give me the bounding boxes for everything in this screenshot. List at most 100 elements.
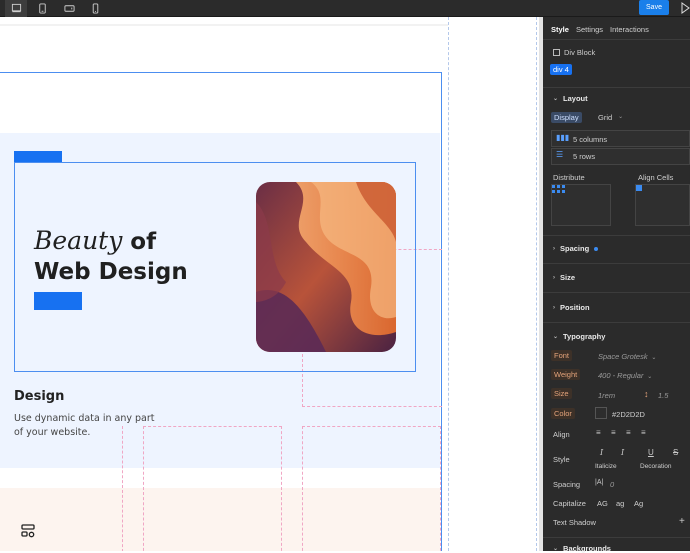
chevron-right-icon: › xyxy=(553,245,555,252)
divider xyxy=(543,235,690,236)
divider xyxy=(543,87,690,88)
size-heading: Size xyxy=(560,273,576,282)
align-right-icon[interactable]: ≡ xyxy=(626,428,631,437)
weight-select[interactable]: 400 - Regular ⌄ xyxy=(598,371,652,380)
underline-icon[interactable]: U xyxy=(648,448,654,457)
guide-line xyxy=(448,17,449,551)
design-heading[interactable]: Design xyxy=(14,389,64,404)
style-panel: Style Settings Interactions Div Block di… xyxy=(543,17,690,553)
layout-section-header[interactable]: ⌄ Layout xyxy=(553,94,588,103)
italic-roman-icon[interactable]: I xyxy=(600,448,603,457)
capitalize-uppercase-option[interactable]: AG xyxy=(597,499,608,508)
color-label: Color xyxy=(551,408,575,419)
element-type-label: Div Block xyxy=(564,48,596,57)
tablet-icon[interactable] xyxy=(31,0,53,17)
tablet-landscape-icon[interactable] xyxy=(58,0,80,17)
add-text-shadow-icon[interactable]: + xyxy=(679,516,685,527)
selector-chip[interactable]: div 4 xyxy=(550,64,572,75)
spacing-section-header[interactable]: › Spacing xyxy=(553,244,599,253)
spacing-heading: Spacing xyxy=(560,244,590,253)
letter-spacing-icon: |A| xyxy=(595,479,604,486)
grid-cell-guide xyxy=(143,426,282,551)
letter-spacing-input[interactable]: 0 xyxy=(610,480,614,489)
capitalize-lowercase-option[interactable]: ag xyxy=(616,499,624,508)
design-canvas[interactable]: Beauty of Web Design Design Use dynamic … xyxy=(0,17,543,551)
div-block-tag[interactable] xyxy=(14,151,62,162)
line-height-icon: ↕ xyxy=(644,389,649,399)
hero-button[interactable] xyxy=(34,292,82,310)
rows-value: 5 rows xyxy=(573,152,596,161)
grid-rows-field[interactable] xyxy=(551,148,690,165)
weight-label: Weight xyxy=(551,369,581,380)
columns-value: 5 columns xyxy=(573,135,608,144)
line-height-input[interactable]: 1.5 xyxy=(658,391,668,400)
tab-interactions[interactable]: Interactions xyxy=(610,25,649,34)
style-label: Style xyxy=(553,455,570,464)
canvas-top-strip xyxy=(0,24,448,26)
size-section-header[interactable]: › Size xyxy=(553,273,575,282)
hero-image[interactable] xyxy=(256,182,396,352)
modified-dot-icon xyxy=(594,246,599,251)
position-section-header[interactable]: › Position xyxy=(553,303,590,312)
navigator-icon[interactable] xyxy=(19,522,37,540)
letter-spacing-label: Spacing xyxy=(553,480,581,489)
save-button[interactable]: Save xyxy=(639,0,669,15)
typography-section-header[interactable]: ⌄ Typography xyxy=(553,332,605,341)
capitalize-titlecase-option[interactable]: Ag xyxy=(634,499,643,508)
preview-play-icon[interactable] xyxy=(680,2,690,14)
italic-icon[interactable]: I xyxy=(621,448,624,457)
align-label: Align xyxy=(553,430,570,439)
color-swatch[interactable] xyxy=(595,407,607,419)
columns-icon: ▮▮▮ xyxy=(556,133,570,142)
align-cells-label: Align Cells xyxy=(638,173,674,182)
chevron-right-icon: › xyxy=(553,274,555,281)
position-heading: Position xyxy=(560,303,590,312)
italicize-label: Italicize xyxy=(595,463,617,470)
display-label: Display xyxy=(551,112,582,123)
chevron-down-icon: ⌄ xyxy=(649,355,657,361)
grid-columns-field[interactable] xyxy=(551,130,690,147)
element-type-row: Div Block xyxy=(553,48,595,57)
chevron-down-icon: ⌄ xyxy=(618,114,624,120)
hero-title-italic: Beauty xyxy=(34,226,123,255)
align-justify-icon[interactable]: ≡ xyxy=(641,428,646,437)
strikethrough-icon[interactable]: S xyxy=(673,448,678,457)
align-left-icon[interactable]: ≡ xyxy=(596,428,601,437)
hero-title-line2[interactable]: Web Design xyxy=(34,257,188,287)
design-text[interactable]: Use dynamic data in any part of your web… xyxy=(14,412,164,440)
tab-style[interactable]: Style xyxy=(551,25,569,34)
top-toolbar: Save xyxy=(0,0,690,17)
tab-settings[interactable]: Settings xyxy=(576,25,603,34)
divider xyxy=(543,39,690,40)
align-center-icon[interactable]: ≡ xyxy=(611,428,616,437)
guide-line xyxy=(536,17,537,551)
distribute-grid-icon xyxy=(552,185,566,193)
align-cell-marker xyxy=(636,185,642,191)
divider xyxy=(543,537,690,538)
capitalize-label: Capitalize xyxy=(553,499,586,508)
font-value: Space Grotesk xyxy=(598,352,648,361)
text-shadow-label: Text Shadow xyxy=(553,518,596,527)
rows-icon: ☰ xyxy=(556,150,564,159)
align-cells-control[interactable] xyxy=(635,184,690,226)
grid-cell-guide xyxy=(122,426,123,551)
backgrounds-section-header[interactable]: ⌄ Backgrounds xyxy=(553,544,611,553)
font-label: Font xyxy=(551,350,573,361)
decoration-label: Decoration xyxy=(640,463,672,470)
display-select[interactable]: Grid ⌄ xyxy=(598,113,623,122)
grid-cell-guide xyxy=(302,426,441,551)
typography-heading: Typography xyxy=(563,332,606,341)
hero-title-bold: of xyxy=(130,229,157,255)
hero-title[interactable]: Beauty of xyxy=(34,226,156,257)
div-block-icon xyxy=(553,49,560,56)
desktop-icon[interactable] xyxy=(5,0,27,17)
font-select[interactable]: Space Grotesk ⌄ xyxy=(598,352,656,361)
divider xyxy=(543,322,690,323)
chevron-down-icon: ⌄ xyxy=(553,334,559,340)
font-size-input[interactable]: 1rem xyxy=(598,391,615,400)
size-label: Size xyxy=(551,388,572,399)
divider xyxy=(543,263,690,264)
panel-tabs: Style Settings Interactions xyxy=(551,25,649,34)
color-value[interactable]: #2D2D2D xyxy=(612,410,645,419)
mobile-icon[interactable] xyxy=(84,0,106,17)
